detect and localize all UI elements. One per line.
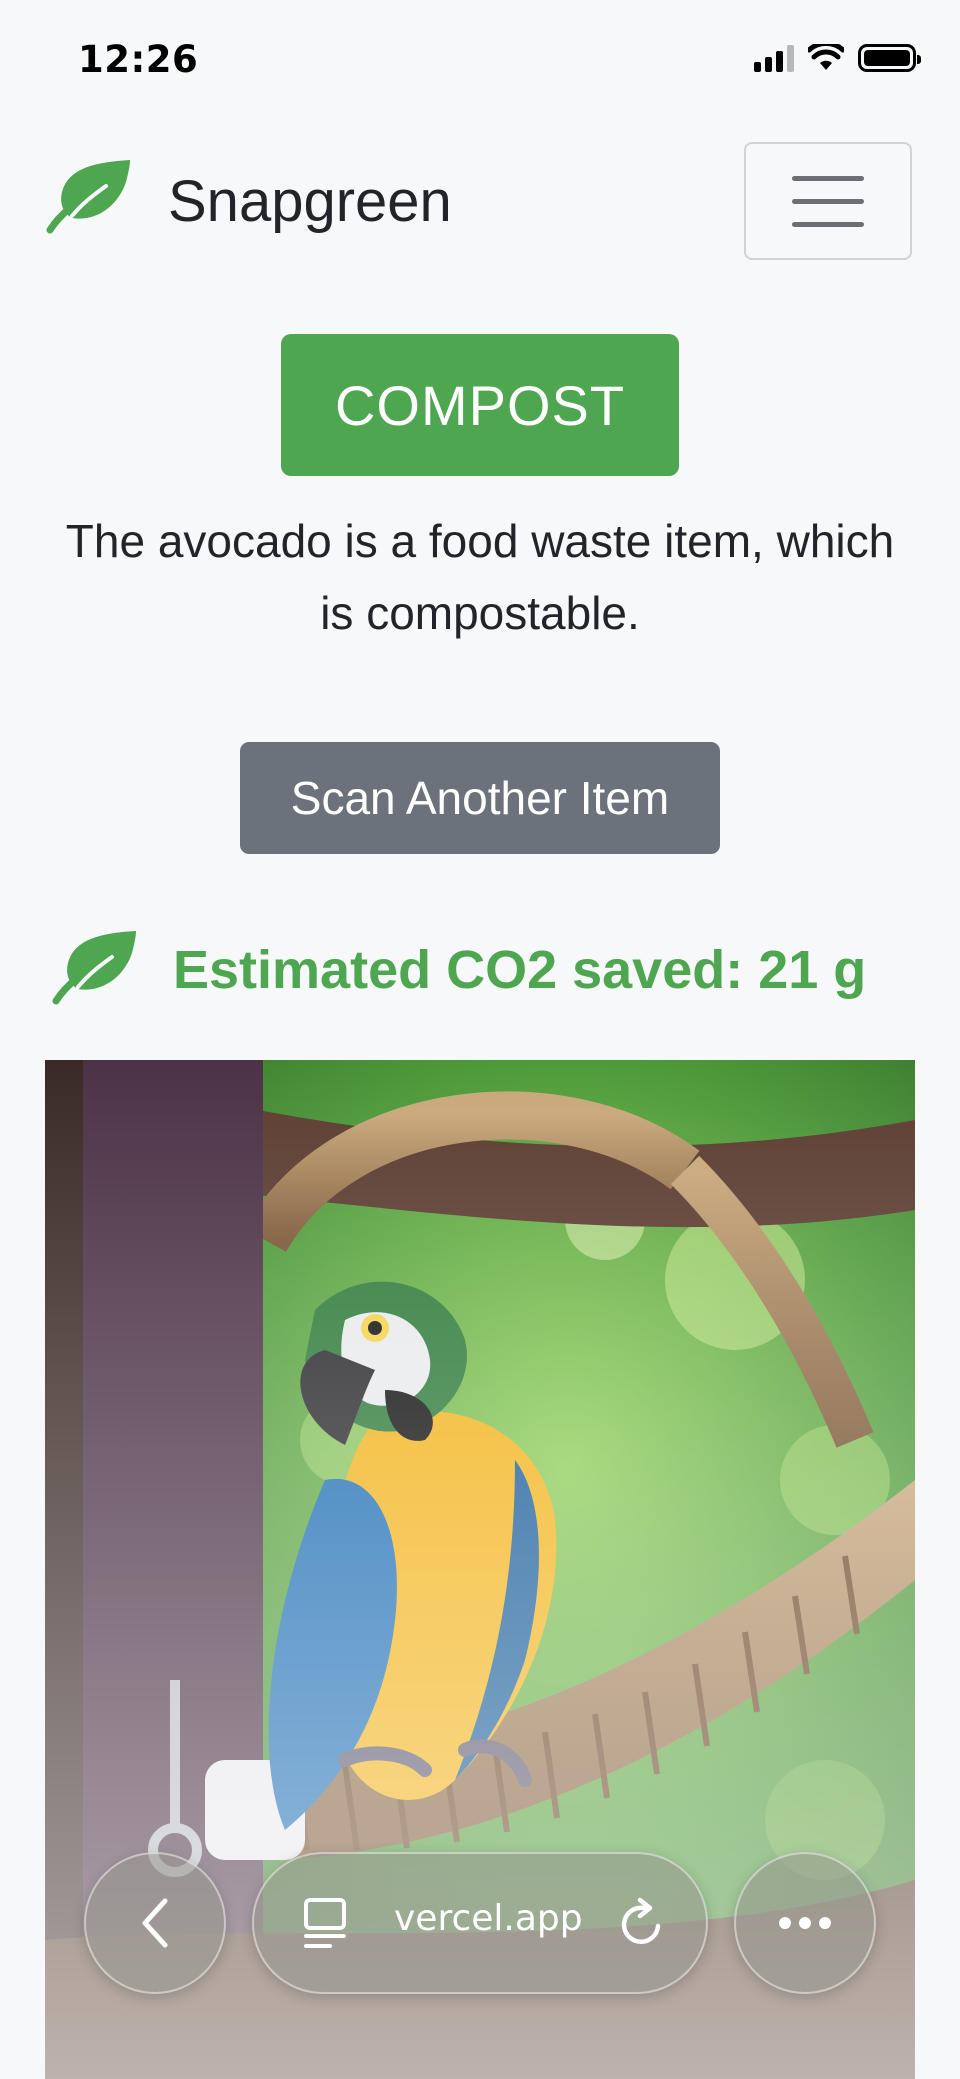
browser-back-button[interactable]: [84, 1852, 226, 1994]
browser-toolbar: vercel.app: [0, 1850, 960, 2000]
leaf-icon[interactable]: [46, 158, 132, 234]
co2-saved-text: Estimated CO2 saved: 21 g: [173, 940, 867, 1000]
tabs-icon[interactable]: [300, 1896, 350, 1952]
hamburger-icon: [792, 175, 864, 181]
status-bar: 12:26: [0, 0, 960, 120]
address-bar-url[interactable]: vercel.app: [394, 1898, 583, 1939]
co2-saved-banner: Estimated CO2 saved: 21 g: [0, 925, 960, 1025]
address-bar[interactable]: vercel.app: [252, 1852, 708, 1994]
battery-icon: [858, 44, 921, 72]
navbar: Snapgreen: [0, 140, 960, 265]
menu-toggle-button[interactable]: [744, 142, 912, 260]
back-icon: [142, 1898, 168, 1948]
scan-another-item-button[interactable]: Scan Another Item: [240, 742, 720, 854]
status-icons: [754, 44, 921, 72]
compost-category-badge: COMPOST: [281, 334, 679, 476]
wifi-icon: [808, 44, 844, 70]
result-explanation: The avocado is a food waste item, which …: [65, 515, 895, 639]
brand-name[interactable]: Snapgreen: [168, 168, 452, 235]
more-icon: [779, 1917, 831, 1929]
browser-more-button[interactable]: [734, 1852, 876, 1994]
reload-icon[interactable]: [614, 1896, 670, 1952]
leaf-icon: [52, 931, 136, 1005]
cellular-signal-icon: [754, 44, 794, 72]
status-time: 12:26: [78, 38, 199, 81]
